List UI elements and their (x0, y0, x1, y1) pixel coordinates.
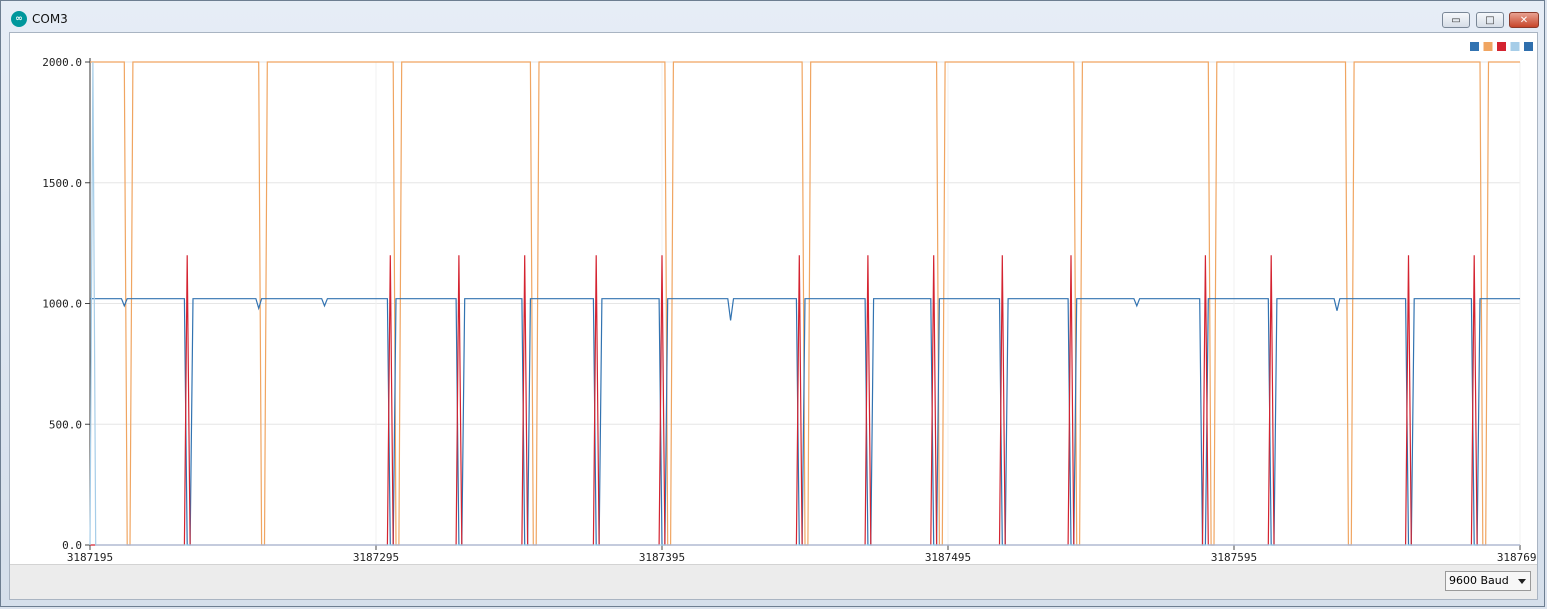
maximize-button[interactable]: □ (1476, 12, 1504, 28)
legend-swatch-5 (1524, 42, 1533, 51)
plotter-footer: 9600 Baud (10, 564, 1537, 599)
title-bar[interactable]: ∞ COM3 ▭ □ ✕ (1, 1, 1544, 33)
serial-plotter-window: ∞ COM3 ▭ □ ✕ 0.0 500.0 1000.0 1500.0 2000.0 3… (0, 0, 1545, 607)
x-tick-label: 3187195 (67, 551, 113, 564)
x-tick-label: 3187695 (1497, 551, 1537, 564)
minimize-icon: ▭ (1451, 14, 1461, 26)
legend-swatch-2 (1483, 42, 1493, 51)
x-tick-label: 3187295 (353, 551, 399, 564)
legend-swatch-1 (1470, 42, 1479, 51)
y-tick-label: 500.0 (49, 418, 82, 431)
y-tick-label: 2000.0 (42, 56, 82, 69)
arduino-infinity-icon: ∞ (11, 11, 27, 27)
baud-rate-select[interactable]: 9600 Baud (1445, 571, 1531, 591)
legend-swatch-3 (1497, 42, 1506, 51)
close-icon: ✕ (1519, 14, 1529, 26)
plotter-panel: 0.0 500.0 1000.0 1500.0 2000.0 3187195 3187295… (9, 32, 1543, 600)
x-tick-label: 3187595 (1211, 551, 1257, 564)
y-tick-label: 1500.0 (42, 177, 82, 190)
maximize-icon: □ (1485, 14, 1495, 26)
minimize-button[interactable]: ▭ (1442, 12, 1470, 28)
x-tick-label: 3187495 (925, 551, 971, 564)
legend-swatch-4 (1510, 42, 1520, 51)
y-tick-label: 1000.0 (42, 298, 82, 311)
x-tick-label: 3187395 (639, 551, 685, 564)
window-title: COM3 (32, 12, 68, 26)
serial-plot-chart: 0.0500.01000.01500.02000.03187195 3187295… (42, 42, 1543, 564)
chevron-down-icon (1518, 579, 1526, 584)
baud-rate-value: 9600 Baud (1449, 574, 1509, 587)
close-button[interactable]: ✕ (1509, 12, 1539, 28)
